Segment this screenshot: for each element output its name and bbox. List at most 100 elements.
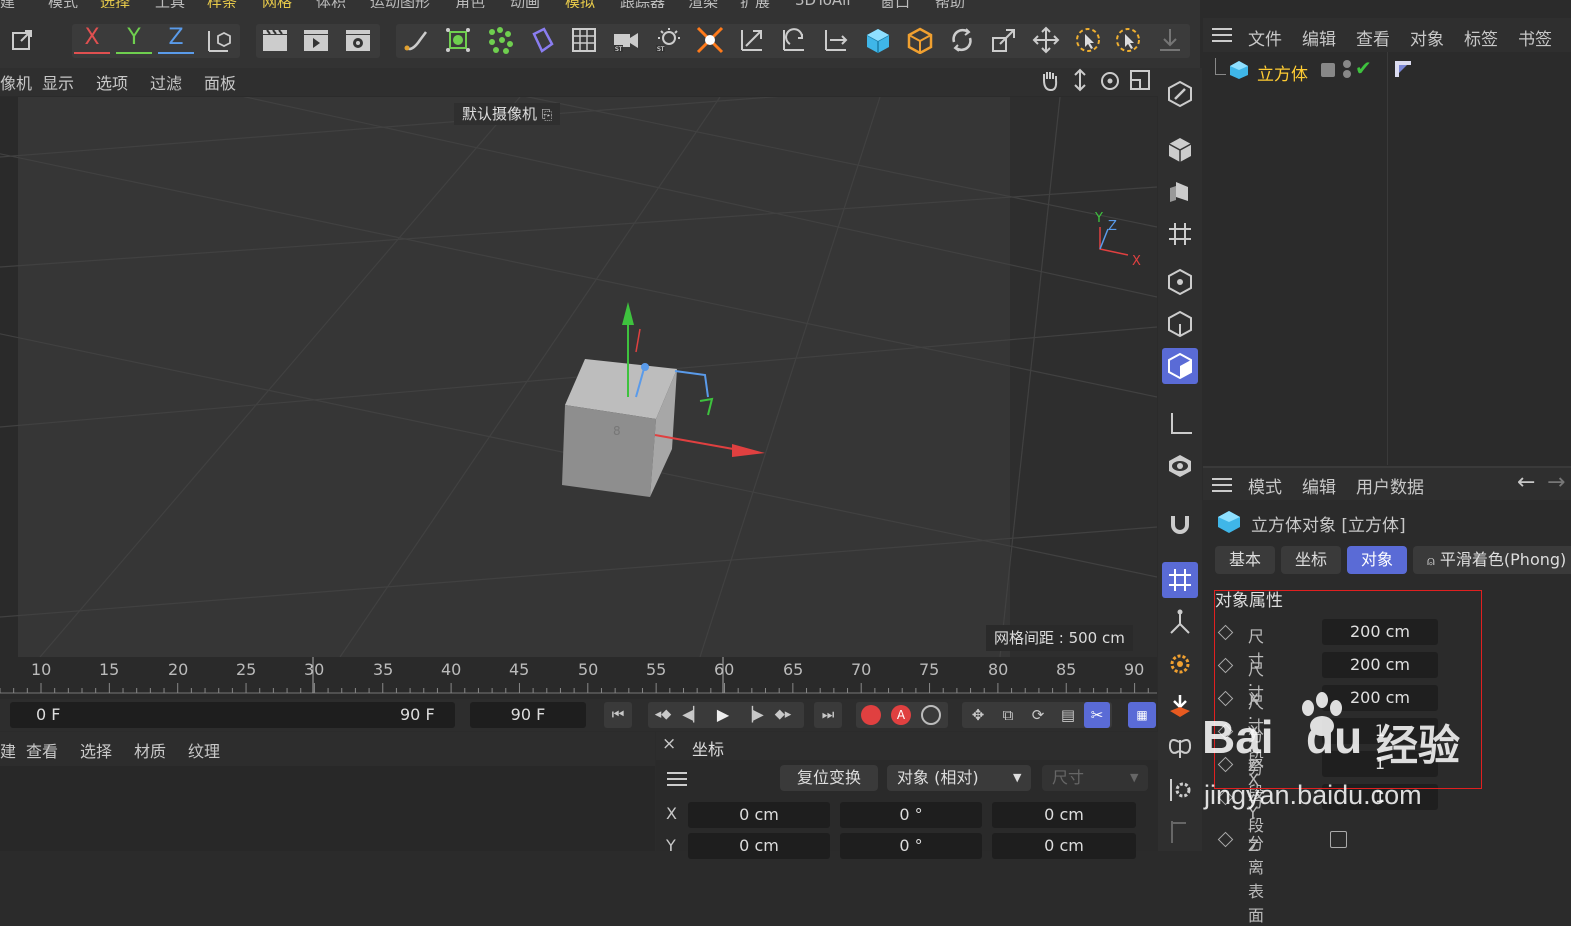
polygon-mode-icon[interactable]	[1162, 348, 1198, 384]
viewport-menu-filter[interactable]: 过滤	[150, 70, 182, 94]
position-y-field[interactable]: 0 cm	[688, 833, 830, 859]
object-orange-cube-icon[interactable]	[902, 22, 938, 58]
menu-item[interactable]: 帮助	[935, 0, 965, 8]
menu-item[interactable]: 跟踪器	[620, 0, 665, 8]
om-menu-object[interactable]: 对象	[1410, 25, 1444, 50]
axis-mode-icon[interactable]	[1162, 406, 1198, 442]
workplane-lock-icon[interactable]	[1162, 562, 1198, 598]
corner-flag-icon[interactable]	[1162, 814, 1198, 850]
current-frame-field[interactable]: 90 F	[470, 702, 586, 728]
reset-transform-button[interactable]: 复位变换	[780, 765, 878, 791]
mat-menu-select[interactable]: 选择	[80, 738, 112, 762]
menu-item[interactable]: 3DToAll	[795, 0, 850, 8]
point-mode-icon[interactable]	[440, 22, 476, 58]
tab-object[interactable]: 对象	[1347, 546, 1407, 574]
scale-arrow-icon[interactable]	[734, 22, 770, 58]
menu-item[interactable]: 渲染	[688, 0, 718, 8]
hand-pan-icon[interactable]	[1038, 68, 1062, 92]
size-mode-select[interactable]: 尺寸 ▼	[1042, 765, 1148, 791]
mat-menu-view[interactable]: 查看	[26, 738, 58, 762]
go-to-end-icon[interactable]: ⏭	[814, 702, 842, 728]
attr-hamburger-menu-icon[interactable]	[1211, 476, 1233, 494]
attr-menu-userdata[interactable]: 用户数据	[1356, 473, 1424, 498]
previous-frame-icon[interactable]: ◀▏	[680, 702, 706, 728]
keyframe-selection-icon[interactable]	[921, 705, 941, 725]
model-mode-cube-icon[interactable]	[1162, 132, 1198, 168]
z-axis-lock-button[interactable]: Z	[158, 22, 194, 54]
grid-floor-icon[interactable]	[566, 22, 602, 58]
rotate-tool-icon[interactable]	[944, 22, 980, 58]
render-settings-icon[interactable]	[340, 22, 376, 58]
symmetry-butterfly-icon[interactable]	[1162, 730, 1198, 766]
editor-visibility-dot[interactable]	[1343, 60, 1351, 68]
size-x-input[interactable]: 200 cm	[1322, 619, 1438, 645]
menu-item[interactable]: 样条	[207, 0, 237, 8]
menu-item[interactable]: 模式	[48, 0, 78, 8]
open-external-icon[interactable]	[4, 22, 40, 58]
move-tool-icon[interactable]	[1028, 22, 1064, 58]
next-frame-icon[interactable]: ▕▶	[740, 702, 766, 728]
settings-gear-icon[interactable]	[1162, 772, 1198, 808]
cube-primitive-icon[interactable]	[860, 22, 896, 58]
phong-tag-icon[interactable]	[1393, 59, 1413, 83]
edit-make-editable-icon[interactable]	[1162, 76, 1198, 112]
separate-surface-checkbox[interactable]	[1330, 831, 1347, 848]
go-to-start-icon[interactable]: ⏮	[604, 702, 632, 728]
tab-phong[interactable]: ⍝ 平滑着色(Phong)	[1413, 546, 1571, 574]
tab-coord[interactable]: 坐标	[1281, 546, 1341, 574]
mat-menu-material[interactable]: 材质	[134, 738, 166, 762]
position-x-field[interactable]: 0 cm	[688, 802, 830, 828]
live-selection-icon[interactable]	[1070, 22, 1106, 58]
menu-item[interactable]: 建	[0, 0, 15, 8]
deformer-icon[interactable]	[524, 22, 560, 58]
om-menu-file[interactable]: 文件	[1248, 25, 1282, 50]
render-picture-viewer-icon[interactable]	[298, 22, 334, 58]
edge-mode-icon[interactable]	[1162, 306, 1198, 342]
viewport-menu-display[interactable]: 显示	[42, 70, 74, 94]
cloner-icon[interactable]	[482, 22, 518, 58]
snap-magnet-icon[interactable]	[1162, 506, 1198, 542]
move-arrow-icon[interactable]	[818, 22, 854, 58]
light-icon[interactable]: ST	[650, 22, 686, 58]
menu-item[interactable]: 体积	[316, 0, 346, 8]
viewport-3d[interactable]: 8 Y Z X 默认摄像机 ⎘ 网格间距 : 500 cm	[0, 97, 1157, 657]
drop-to-floor-icon[interactable]	[1162, 688, 1198, 724]
play-icon[interactable]: ▶	[710, 702, 736, 728]
segments-z-input[interactable]: 1	[1322, 784, 1438, 810]
size-y-field[interactable]: 0 cm	[992, 833, 1136, 859]
hamburger-menu-icon[interactable]	[1211, 26, 1233, 44]
rotation-y-field[interactable]: 0 °	[840, 833, 982, 859]
menu-item[interactable]: 选择	[100, 0, 130, 8]
om-menu-edit[interactable]: 编辑	[1302, 25, 1336, 50]
camera-icon[interactable]: ST	[608, 22, 644, 58]
point-level-key-icon[interactable]: ✂	[1084, 702, 1110, 728]
coords-hamburger-icon[interactable]	[666, 770, 688, 788]
point-mode-side-icon[interactable]	[1162, 264, 1198, 300]
layer-icon[interactable]	[1321, 63, 1335, 77]
selection-tool-icon[interactable]	[1110, 22, 1146, 58]
rotation-x-field[interactable]: 0 °	[840, 802, 982, 828]
next-key-icon[interactable]: ◆▸	[770, 702, 796, 728]
enabled-check-icon[interactable]: ✔	[1355, 56, 1372, 80]
back-arrow-icon[interactable]: ←	[1517, 470, 1535, 495]
menu-item[interactable]: 模拟	[565, 0, 595, 8]
timeline-window-icon[interactable]: ▦	[1128, 702, 1156, 728]
object-name[interactable]: 立方体	[1257, 60, 1308, 85]
render-visibility-dot[interactable]	[1343, 70, 1351, 78]
size-x-field[interactable]: 0 cm	[992, 802, 1136, 828]
previous-key-icon[interactable]: ◂◆	[650, 702, 676, 728]
bend-spline-icon[interactable]	[398, 22, 434, 58]
camera-label[interactable]: 默认摄像机 ⎘	[454, 103, 561, 125]
timeline-ruler[interactable]: 10 15 20 25 30 35 40 45 50 55 60 65 70 7…	[0, 657, 1157, 699]
viewport-menu-options[interactable]: 选项	[96, 70, 128, 94]
viewport-menu-camera[interactable]: 像机	[0, 70, 32, 94]
mat-menu-texture[interactable]: 纹理	[188, 738, 220, 762]
dynamics-gear-icon[interactable]	[1162, 646, 1198, 682]
orbit-view-icon[interactable]	[1098, 68, 1122, 92]
object-row[interactable]: 立方体 ✔	[1203, 56, 1571, 86]
frame-range-slider[interactable]: 0 F 90 F	[10, 702, 455, 728]
viewport-menu-panel[interactable]: 面板	[204, 70, 236, 94]
record-active-objects-icon[interactable]	[861, 705, 881, 725]
close-icon[interactable]: ×	[662, 734, 676, 754]
menu-item[interactable]: 角色	[455, 0, 485, 8]
